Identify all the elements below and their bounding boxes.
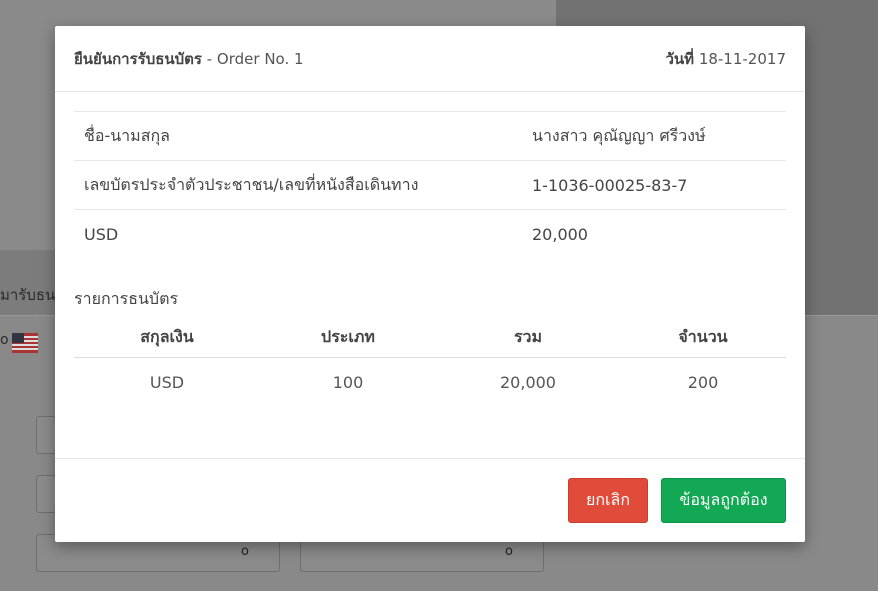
cancel-button[interactable]: ยกเลิก [568, 478, 648, 523]
confirm-dialog: ยืนยันการรับธนบัตร - Order No. 1 วันที่ … [55, 26, 805, 542]
info-row-amount: USD 20,000 [74, 209, 786, 259]
us-flag-icon [12, 333, 38, 353]
cell-type: 100 [332, 372, 364, 392]
date-label: วันที่ [665, 49, 695, 68]
customer-info-table: ชื่อ-นามสกุล นางสาว คุณัญญา ศรีวงษ์ เลขบ… [74, 111, 786, 259]
info-value: 1-1036-00025-83-7 [522, 160, 786, 210]
dialog-title: ยืนยันการรับธนบัตร - Order No. 1 [74, 47, 304, 71]
dialog-order-number: - Order No. 1 [206, 49, 304, 68]
cell-currency: USD [149, 372, 185, 392]
column-header-type: ประเภท [260, 317, 436, 358]
dialog-date: วันที่ 18-11-2017 [665, 47, 786, 71]
background-input-value: o [505, 544, 513, 559]
dialog-title-main: ยืนยันการรับธนบัตร [74, 49, 202, 68]
info-row-name: ชื่อ-นามสกุล นางสาว คุณัญญา ศรีวงษ์ [74, 111, 786, 161]
dialog-header: ยืนยันการรับธนบัตร - Order No. 1 วันที่ … [55, 26, 805, 92]
info-value: นางสาว คุณัญญา ศรีวงษ์ [522, 111, 786, 161]
info-label: USD [74, 209, 522, 259]
dialog-body: ชื่อ-นามสกุล นางสาว คุณัญญา ศรีวงษ์ เลขบ… [55, 92, 805, 407]
table-row: USD 100 20,000 200 [74, 358, 786, 407]
info-row-id: เลขบัตรประจำตัวประชาชน/เลขที่หนังสือเดิน… [74, 160, 786, 210]
banknote-section-title: รายการธนบัตร [74, 288, 179, 308]
info-label: ชื่อ-นามสกุล [74, 111, 522, 161]
info-label: เลขบัตรประจำตัวประชาชน/เลขที่หนังสือเดิน… [74, 160, 522, 210]
background-tab-label: มารับธน [0, 286, 56, 304]
cell-total: 20,000 [500, 372, 556, 392]
column-header-total: รวม [436, 317, 620, 358]
dialog-footer: ยกเลิก ข้อมูลถูกต้อง [55, 458, 805, 542]
background-input [36, 416, 56, 454]
background-currency-code: o [0, 332, 9, 348]
date-value: 18-11-2017 [698, 49, 786, 68]
column-header-quantity: จำนวน [620, 317, 786, 358]
background-input-value: o [241, 544, 249, 559]
banknote-table-header: สกุลเงิน ประเภท รวม จำนวน [74, 317, 786, 358]
cell-quantity: 200 [687, 372, 719, 392]
banknote-table: สกุลเงิน ประเภท รวม จำนวน USD 100 20,000… [74, 317, 786, 407]
info-value: 20,000 [522, 209, 786, 259]
background-input [36, 475, 56, 513]
column-header-currency: สกุลเงิน [74, 317, 260, 358]
confirm-button[interactable]: ข้อมูลถูกต้อง [661, 478, 786, 523]
